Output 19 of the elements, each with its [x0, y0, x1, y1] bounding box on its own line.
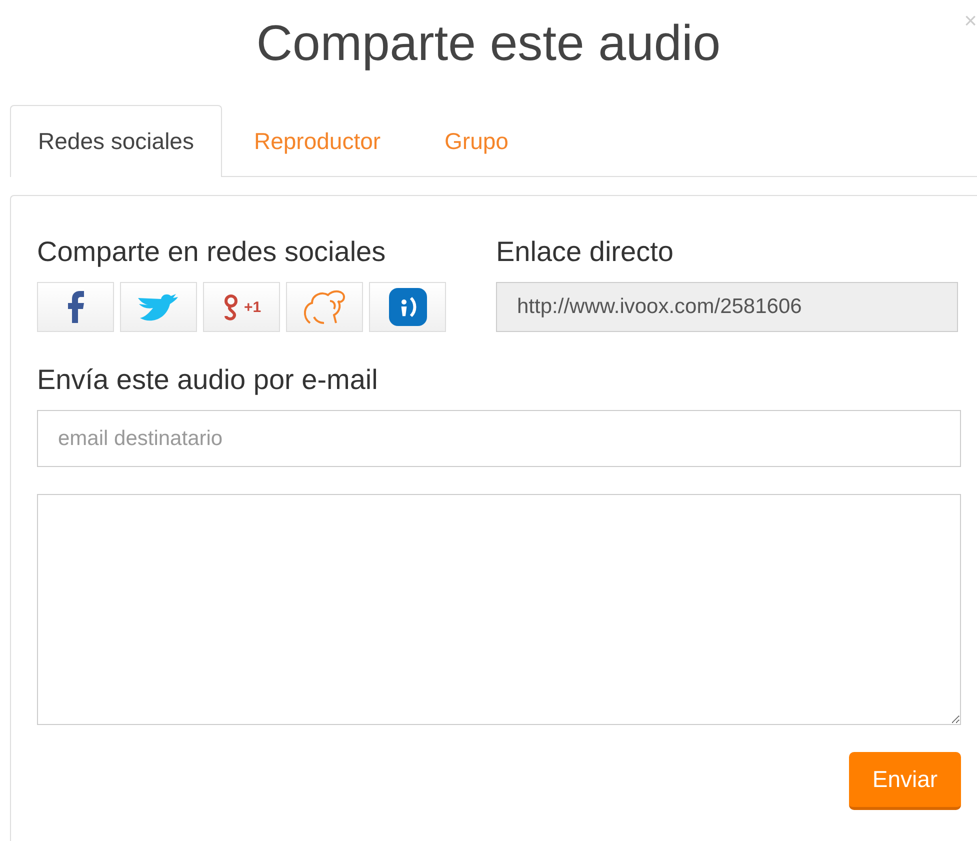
- share-button[interactable]: [369, 282, 446, 332]
- section-heading: Comparte en redes sociales: [37, 236, 387, 268]
- section-heading: Envía este audio por e-mail: [37, 364, 379, 396]
- tab[interactable]: Redes sociales: [10, 105, 222, 177]
- g-icon: [222, 293, 240, 321]
- dialog-title: Comparte este audio: [256, 14, 721, 73]
- tab[interactable]: Grupo: [412, 105, 540, 176]
- send-button[interactable]: Enviar: [849, 752, 961, 810]
- share-button[interactable]: +1: [203, 282, 280, 332]
- close-button[interactable]: ×: [964, 8, 977, 34]
- plus-one-label: +1: [244, 298, 262, 316]
- message-field[interactable]: [37, 494, 961, 725]
- link-field[interactable]: http://www.ivoox.com/2581606: [496, 282, 958, 332]
- bird-icon: [136, 292, 180, 322]
- facebook-icon: [66, 291, 84, 323]
- share-button[interactable]: [37, 282, 114, 332]
- tab[interactable]: Reproductor: [222, 105, 413, 176]
- email-field[interactable]: email destinatario: [37, 410, 961, 467]
- section-heading: Enlace directo: [496, 236, 674, 268]
